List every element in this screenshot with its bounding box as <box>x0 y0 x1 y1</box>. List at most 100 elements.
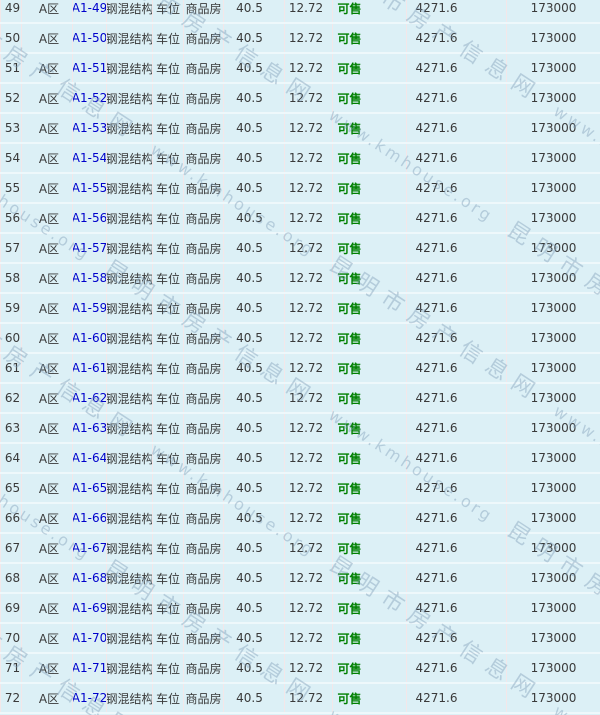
unit-link[interactable]: A1-71 <box>73 661 107 675</box>
table-row: 50 A区 A1-50 钢混结构 车位 商品房 40.5 12.72 可售 42… <box>0 24 600 54</box>
unit-link[interactable]: A1-60 <box>73 331 107 345</box>
cell-shared-area: 12.72 <box>285 324 333 352</box>
cell-zone: A区 <box>22 564 73 592</box>
cell-total-price: 173000 <box>507 474 600 502</box>
cell-status: 可售 <box>333 324 407 352</box>
cell-structure: 钢混结构 <box>107 144 153 172</box>
cell-zone: A区 <box>22 654 73 682</box>
cell-total-price: 173000 <box>507 564 600 592</box>
cell-category: 商品房 <box>184 684 224 712</box>
cell-shared-area: 12.72 <box>285 204 333 232</box>
table-row: 59 A区 A1-59 钢混结构 车位 商品房 40.5 12.72 可售 42… <box>0 294 600 324</box>
cell-area: 40.5 <box>224 174 285 202</box>
unit-link[interactable]: A1-65 <box>73 481 107 495</box>
cell-area: 40.5 <box>224 114 285 142</box>
cell-unit: A1-55 <box>73 174 107 202</box>
unit-link[interactable]: A1-51 <box>73 61 107 75</box>
unit-link[interactable]: A1-56 <box>73 211 107 225</box>
cell-total-price: 173000 <box>507 324 600 352</box>
cell-status: 可售 <box>333 354 407 382</box>
cell-total-price: 173000 <box>507 354 600 382</box>
cell-category: 商品房 <box>184 264 224 292</box>
unit-link[interactable]: A1-58 <box>73 271 107 285</box>
cell-use-type: 车位 <box>153 24 184 52</box>
unit-link[interactable]: A1-62 <box>73 391 107 405</box>
unit-link[interactable]: A1-59 <box>73 301 107 315</box>
unit-link[interactable]: A1-61 <box>73 361 107 375</box>
cell-use-type: 车位 <box>153 354 184 382</box>
cell-category: 商品房 <box>184 354 224 382</box>
cell-row-number: 68 <box>0 564 22 592</box>
status-available-badge: 可售 <box>337 300 361 317</box>
unit-link[interactable]: A1-70 <box>73 631 107 645</box>
cell-unit-price: 4271.6 <box>407 504 507 532</box>
cell-unit-price: 4271.6 <box>407 354 507 382</box>
cell-category: 商品房 <box>184 594 224 622</box>
cell-status: 可售 <box>333 84 407 112</box>
cell-unit: A1-65 <box>73 474 107 502</box>
cell-area: 40.5 <box>224 594 285 622</box>
table-row: 72 A区 A1-72 钢混结构 车位 商品房 40.5 12.72 可售 42… <box>0 684 600 714</box>
units-table: 49 A区 A1-49 钢混结构 车位 商品房 40.5 12.72 可售 42… <box>0 0 600 714</box>
status-available-badge: 可售 <box>337 240 361 257</box>
unit-link[interactable]: A1-57 <box>73 241 107 255</box>
cell-row-number: 64 <box>0 444 22 472</box>
unit-link[interactable]: A1-52 <box>73 91 107 105</box>
table-row: 65 A区 A1-65 钢混结构 车位 商品房 40.5 12.72 可售 42… <box>0 474 600 504</box>
cell-use-type: 车位 <box>153 684 184 712</box>
unit-link[interactable]: A1-53 <box>73 121 107 135</box>
cell-total-price: 173000 <box>507 384 600 412</box>
cell-structure: 钢混结构 <box>107 564 153 592</box>
listing-page: 49 A区 A1-49 钢混结构 车位 商品房 40.5 12.72 可售 42… <box>0 0 600 715</box>
cell-unit-price: 4271.6 <box>407 624 507 652</box>
unit-link[interactable]: A1-67 <box>73 541 107 555</box>
cell-shared-area: 12.72 <box>285 354 333 382</box>
unit-link[interactable]: A1-63 <box>73 421 107 435</box>
cell-structure: 钢混结构 <box>107 354 153 382</box>
cell-total-price: 173000 <box>507 654 600 682</box>
unit-link[interactable]: A1-72 <box>73 691 107 705</box>
cell-zone: A区 <box>22 684 73 712</box>
cell-use-type: 车位 <box>153 144 184 172</box>
cell-unit-price: 4271.6 <box>407 564 507 592</box>
cell-shared-area: 12.72 <box>285 474 333 502</box>
cell-use-type: 车位 <box>153 594 184 622</box>
cell-category: 商品房 <box>184 204 224 232</box>
cell-zone: A区 <box>22 444 73 472</box>
cell-zone: A区 <box>22 84 73 112</box>
cell-zone: A区 <box>22 504 73 532</box>
cell-shared-area: 12.72 <box>285 684 333 712</box>
cell-area: 40.5 <box>224 414 285 442</box>
unit-link[interactable]: A1-54 <box>73 151 107 165</box>
cell-zone: A区 <box>22 474 73 502</box>
cell-use-type: 车位 <box>153 324 184 352</box>
cell-zone: A区 <box>22 114 73 142</box>
cell-status: 可售 <box>333 444 407 472</box>
cell-category: 商品房 <box>184 504 224 532</box>
cell-total-price: 173000 <box>507 414 600 442</box>
cell-area: 40.5 <box>224 264 285 292</box>
cell-row-number: 66 <box>0 504 22 532</box>
cell-unit-price: 4271.6 <box>407 414 507 442</box>
cell-status: 可售 <box>333 234 407 262</box>
unit-link[interactable]: A1-50 <box>73 31 107 45</box>
cell-use-type: 车位 <box>153 204 184 232</box>
status-available-badge: 可售 <box>337 660 361 677</box>
cell-total-price: 173000 <box>507 684 600 712</box>
unit-link[interactable]: A1-69 <box>73 601 107 615</box>
status-available-badge: 可售 <box>337 630 361 647</box>
cell-unit-price: 4271.6 <box>407 594 507 622</box>
unit-link[interactable]: A1-64 <box>73 451 107 465</box>
unit-link[interactable]: A1-55 <box>73 181 107 195</box>
unit-link[interactable]: A1-68 <box>73 571 107 585</box>
status-available-badge: 可售 <box>337 360 361 377</box>
cell-status: 可售 <box>333 144 407 172</box>
cell-structure: 钢混结构 <box>107 684 153 712</box>
table-row: 67 A区 A1-67 钢混结构 车位 商品房 40.5 12.72 可售 42… <box>0 534 600 564</box>
unit-link[interactable]: A1-66 <box>73 511 107 525</box>
cell-unit-price: 4271.6 <box>407 294 507 322</box>
cell-use-type: 车位 <box>153 504 184 532</box>
unit-link[interactable]: A1-49 <box>73 1 107 15</box>
cell-area: 40.5 <box>224 354 285 382</box>
cell-status: 可售 <box>333 684 407 712</box>
